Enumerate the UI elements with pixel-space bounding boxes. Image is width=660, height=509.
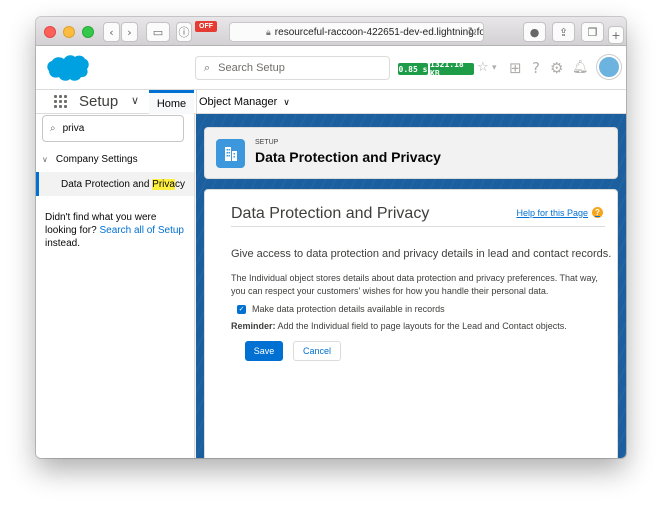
app-name: Setup <box>79 93 119 110</box>
search-icon: ⌕ <box>204 61 211 74</box>
address-text: resourceful-raccoon-422651-dev-ed.lightn… <box>274 26 484 38</box>
chevron-right-icon: › <box>127 25 132 39</box>
minimize-window-button[interactable] <box>63 26 75 38</box>
page-load-time-badge: 0.85 s <box>398 63 428 75</box>
favorites-star-icon[interactable]: ☆ <box>477 60 489 75</box>
download-icon: ● <box>529 25 540 39</box>
page-size-badge: 1321.18 KB <box>430 60 474 78</box>
forward-button[interactable]: › <box>121 22 138 42</box>
share-icon: ⇪ <box>558 25 569 39</box>
page-header: SETUP Data Protection and Privacy <box>204 127 618 179</box>
sidebar-toggle-button[interactable]: ▭ <box>146 22 170 42</box>
chevron-down-icon: ∨ <box>42 155 48 164</box>
favorites-dropdown-icon[interactable]: ▾ <box>492 63 497 73</box>
tab-object-manager-label: Object Manager <box>199 96 278 108</box>
card-title: Data Protection and Privacy <box>231 205 430 222</box>
chevron-left-icon: ‹ <box>109 25 114 39</box>
close-window-button[interactable] <box>44 26 56 38</box>
salesforce-logo[interactable] <box>46 54 90 82</box>
app-navigation: Setup ∨ Home Object Manager ∨ <box>36 90 626 114</box>
page-header-eyebrow: SETUP <box>255 139 279 146</box>
zoom-window-button[interactable] <box>82 26 94 38</box>
settings-card: Data Protection and Privacy Help for thi… <box>204 189 618 458</box>
search-match-highlight: Priva <box>152 178 175 190</box>
tabs-overview-button[interactable]: ❐ <box>581 22 604 42</box>
quick-find-value: priva <box>62 123 85 134</box>
plus-icon: + <box>611 28 621 42</box>
checkbox-checked-icon[interactable]: ✓ <box>237 304 246 314</box>
download-button[interactable]: ● <box>523 22 546 42</box>
make-data-protection-checkbox[interactable]: ✓ Make data protection details available… <box>237 304 445 314</box>
tree-item-label: Data Protection and Privacy <box>61 178 185 190</box>
reminder-text: Reminder: Add the Individual field to pa… <box>231 321 567 331</box>
quick-find-input[interactable]: ⌕ priva <box>42 115 184 142</box>
setup-sidebar <box>36 114 195 458</box>
notifications-bell-icon[interactable]: 🔔︎ <box>572 60 589 75</box>
main-content: SETUP Data Protection and Privacy Data P… <box>196 114 626 458</box>
browser-window: ‹ › ▭ ⓘ OFF 🔒︎ resourceful-raccoon-42265… <box>36 17 626 458</box>
building-icon <box>216 139 245 168</box>
description-text: The Individual object stores details abo… <box>231 273 598 296</box>
address-bar[interactable]: 🔒︎ resourceful-raccoon-422651-dev-ed.lig… <box>229 22 484 42</box>
reminder-body: Add the Individual field to page layouts… <box>277 321 567 331</box>
lead-text: Give access to data protection and priva… <box>231 248 612 260</box>
global-header: ⌕ Search Setup 0.85 s 1321.18 KB ☆ ▾ ⊞ ?… <box>36 46 626 90</box>
chevron-down-icon[interactable]: ∨ <box>283 97 290 108</box>
extension-off-badge: OFF <box>195 21 217 32</box>
tab-home[interactable]: Home <box>149 90 194 114</box>
not-found-message: Didn't find what you were looking for? S… <box>45 212 184 249</box>
setup-search-input[interactable]: ⌕ Search Setup <box>195 56 390 80</box>
tree-item-data-protection-and-privacy[interactable]: Data Protection and Privacy <box>36 172 194 196</box>
checkbox-label: Make data protection details available i… <box>252 304 445 314</box>
search-all-setup-link[interactable]: Search all of Setup <box>99 225 184 236</box>
new-tab-button[interactable]: + <box>608 26 624 44</box>
save-button[interactable]: Save <box>245 341 283 361</box>
lock-icon: 🔒︎ <box>266 26 271 37</box>
share-button[interactable]: ⇪ <box>552 22 575 42</box>
app-launcher-icon[interactable] <box>54 95 67 108</box>
page-title: Data Protection and Privacy <box>255 149 441 165</box>
tree-node-company-settings[interactable]: ∨ Company Settings <box>42 154 138 165</box>
back-button[interactable]: ‹ <box>103 22 120 42</box>
info-circle-icon: ⓘ <box>178 26 190 39</box>
tree-node-label: Company Settings <box>55 154 138 165</box>
question-icon: ? <box>592 207 603 218</box>
help-for-this-page-link[interactable]: Help for this Page ? <box>516 207 603 218</box>
search-placeholder: Search Setup <box>218 62 285 74</box>
gear-icon[interactable]: ⚙ <box>550 59 563 77</box>
cancel-button[interactable]: Cancel <box>293 341 341 361</box>
sidebar-icon: ▭ <box>152 25 164 39</box>
chevron-down-icon[interactable]: ∨ <box>131 94 139 107</box>
tab-object-manager[interactable]: Object Manager ∨ <box>196 90 290 114</box>
extension-button[interactable]: ⓘ <box>176 22 192 42</box>
help-link-label: Help for this Page <box>516 207 588 218</box>
reminder-label: Reminder: <box>231 321 276 331</box>
reload-icon[interactable]: ↻ <box>468 25 477 38</box>
avatar[interactable] <box>597 55 621 79</box>
search-icon: ⌕ <box>50 123 56 134</box>
browser-toolbar: ‹ › ▭ ⓘ OFF 🔒︎ resourceful-raccoon-42265… <box>36 17 626 46</box>
help-icon[interactable]: ? <box>532 59 540 77</box>
global-actions-icon[interactable]: ⊞ <box>509 59 522 77</box>
divider <box>231 226 605 227</box>
tabs-icon: ❐ <box>587 25 598 39</box>
